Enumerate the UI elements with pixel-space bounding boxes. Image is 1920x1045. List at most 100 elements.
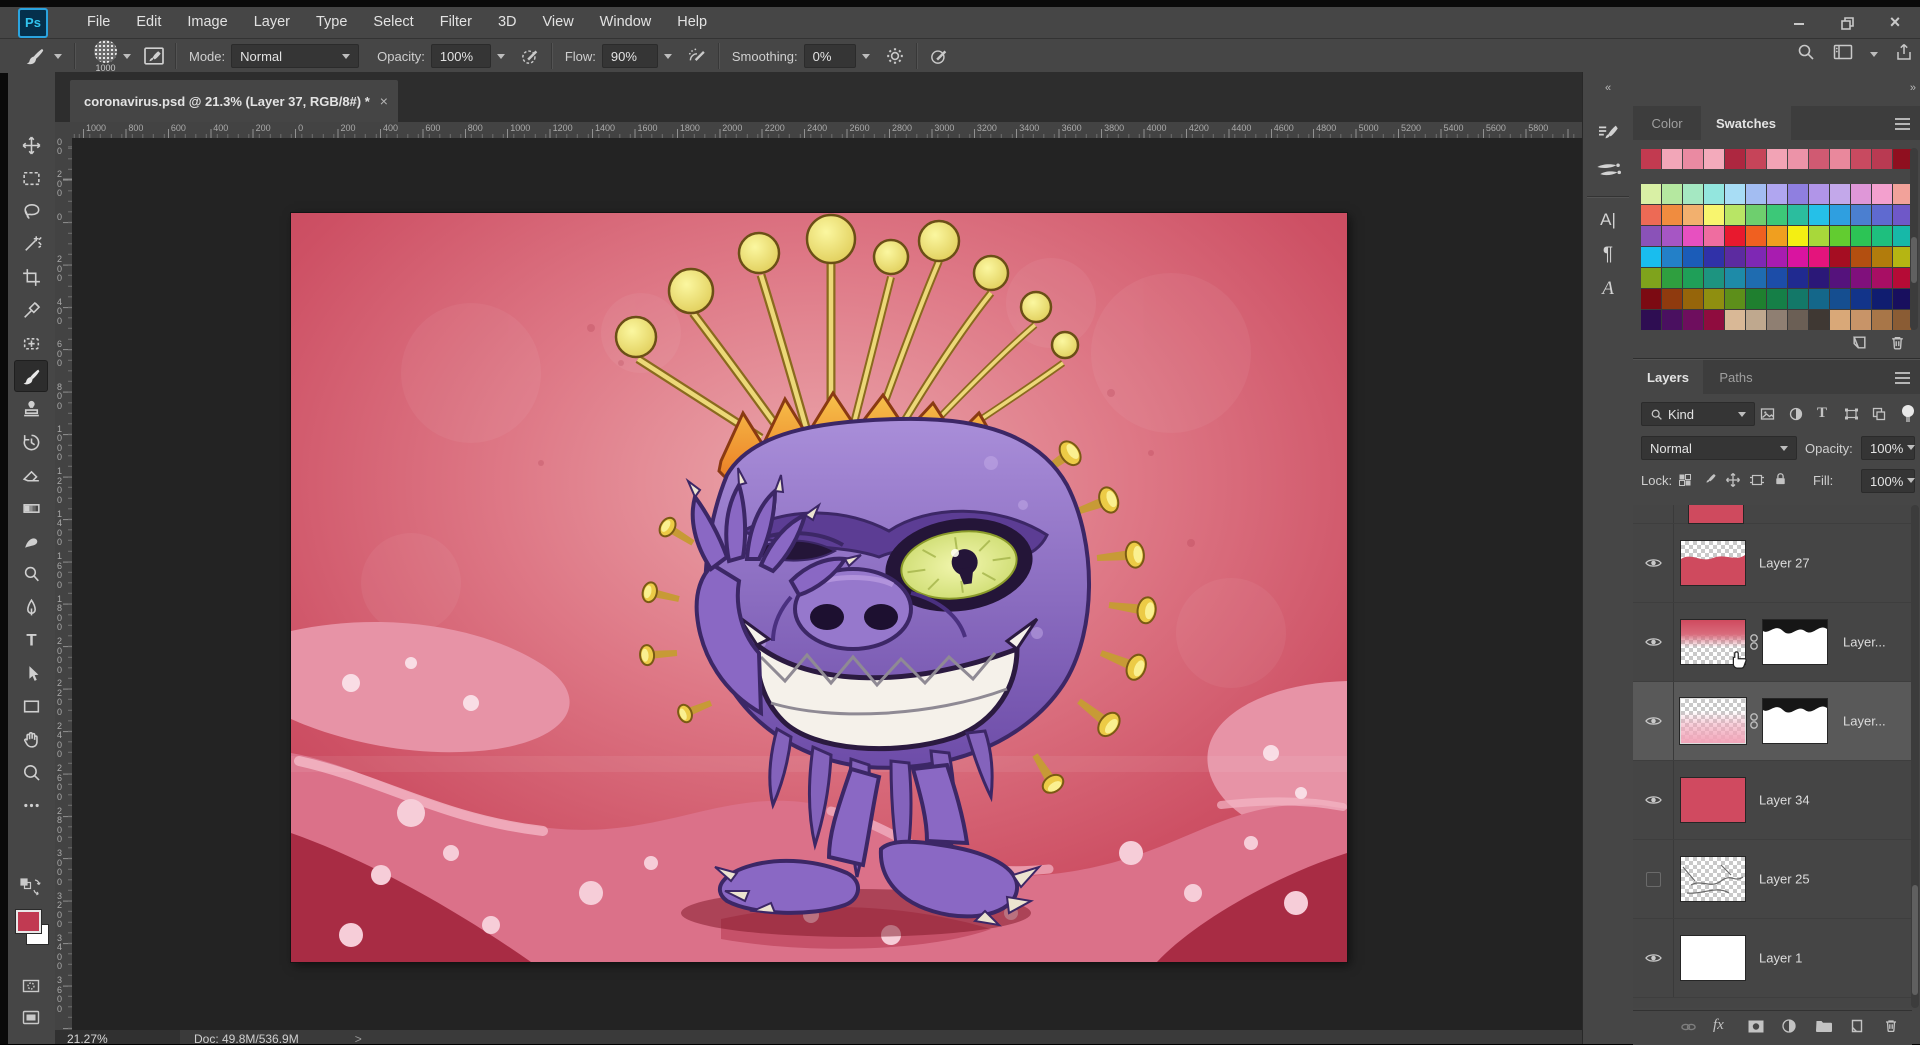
layers-scrollbar[interactable]	[1911, 505, 1919, 1008]
document-tab[interactable]: coronavirus.psd @ 21.3% (Layer 37, RGB/8…	[70, 80, 398, 122]
smudge-tool[interactable]	[15, 526, 47, 556]
flow-input[interactable]: 90%	[602, 44, 658, 68]
close-button[interactable]: ×	[1878, 12, 1912, 33]
smoothing-chevron[interactable]	[858, 45, 874, 67]
swatch[interactable]	[1641, 247, 1661, 267]
swatch[interactable]	[1662, 226, 1682, 246]
brush-tool-preset-icon[interactable]	[22, 43, 48, 69]
swatch[interactable]	[1704, 289, 1724, 309]
swatch[interactable]	[1830, 226, 1850, 246]
swatch[interactable]	[1788, 226, 1808, 246]
layer-visibility-eye-icon[interactable]	[1633, 524, 1674, 602]
gradient-tool[interactable]	[15, 493, 47, 523]
filter-smart-objects-icon[interactable]	[1871, 406, 1887, 427]
glyphs-panel-icon[interactable]: A	[1583, 278, 1633, 300]
flow-chevron[interactable]	[660, 45, 676, 67]
swatch[interactable]	[1809, 184, 1829, 204]
recent-swatch[interactable]	[1641, 149, 1661, 169]
status-options-chevron[interactable]: >	[299, 1030, 362, 1044]
filter-pixel-layers-icon[interactable]	[1759, 406, 1776, 427]
filter-type-layers-icon[interactable]: T	[1817, 405, 1827, 422]
layer-visibility-eye-icon[interactable]	[1633, 505, 1674, 523]
lock-artboard-icon[interactable]	[1749, 472, 1765, 493]
layer-row-layer-[interactable]: Layer...	[1633, 603, 1912, 682]
lasso-tool[interactable]	[15, 196, 47, 226]
brush-preset-chevron[interactable]	[119, 45, 135, 67]
swatch[interactable]	[1725, 226, 1745, 246]
swatch[interactable]	[1641, 205, 1661, 225]
swatch[interactable]	[1830, 268, 1850, 288]
edit-toolbar[interactable]	[15, 790, 47, 820]
swatch[interactable]	[1788, 205, 1808, 225]
color-swatch-control[interactable]	[16, 910, 48, 946]
recent-swatch[interactable]	[1872, 149, 1892, 169]
workspace-chevron[interactable]	[1870, 52, 1878, 57]
pressure-size-icon[interactable]	[926, 43, 952, 69]
swatch[interactable]	[1746, 268, 1766, 288]
search-icon[interactable]	[1796, 42, 1816, 67]
layer-row-layer-27[interactable]: Layer 27	[1633, 524, 1912, 603]
swatch[interactable]	[1851, 268, 1871, 288]
menu-item-view[interactable]: View	[530, 7, 587, 38]
layer-row-layer-1[interactable]: Layer 1	[1633, 919, 1912, 998]
screen-mode-icon[interactable]	[15, 1003, 47, 1033]
swatch[interactable]	[1851, 205, 1871, 225]
new-swatch-icon[interactable]	[1851, 334, 1868, 356]
swatch[interactable]	[1704, 310, 1724, 330]
lock-image-pixels-icon[interactable]	[1701, 472, 1717, 493]
swatch[interactable]	[1662, 184, 1682, 204]
tab-layers[interactable]: Layers	[1633, 360, 1703, 394]
vertical-ruler[interactable]: 4 0 02 0 002 0 04 0 06 0 08 0 01 0 0 01 …	[55, 138, 73, 1030]
swatch[interactable]	[1830, 310, 1850, 330]
swatch[interactable]	[1809, 247, 1829, 267]
swatch[interactable]	[1662, 310, 1682, 330]
menu-item-filter[interactable]: Filter	[427, 7, 485, 38]
swatch[interactable]	[1683, 247, 1703, 267]
menu-item-help[interactable]: Help	[664, 7, 720, 38]
swatch[interactable]	[1893, 184, 1911, 204]
swatch[interactable]	[1641, 184, 1661, 204]
layer-styles-fx-icon[interactable]: fx	[1713, 1017, 1724, 1034]
swatch[interactable]	[1725, 289, 1745, 309]
swatch[interactable]	[1872, 268, 1892, 288]
layer-visibility-eye-icon[interactable]	[1633, 603, 1674, 681]
swatches-panel-menu-icon[interactable]	[1895, 118, 1910, 120]
add-layer-mask-icon[interactable]	[1747, 1019, 1765, 1039]
delete-swatch-trash-icon[interactable]	[1889, 334, 1906, 356]
swatch[interactable]	[1641, 226, 1661, 246]
swatch[interactable]	[1872, 226, 1892, 246]
tab-swatches[interactable]: Swatches	[1701, 106, 1791, 140]
new-group-folder-icon[interactable]	[1815, 1019, 1833, 1038]
layer-visibility-checkbox[interactable]	[1633, 840, 1674, 918]
move-tool[interactable]	[15, 130, 47, 160]
swatch[interactable]	[1683, 184, 1703, 204]
airbrush-icon[interactable]	[684, 43, 710, 69]
canvas-workspace[interactable]	[72, 138, 1582, 1030]
swatch[interactable]	[1662, 289, 1682, 309]
swatch[interactable]	[1893, 226, 1911, 246]
swatch[interactable]	[1788, 247, 1808, 267]
swatch[interactable]	[1767, 247, 1787, 267]
swatch[interactable]	[1746, 205, 1766, 225]
foreground-color-swatch[interactable]	[16, 910, 41, 933]
zoom-tool[interactable]	[15, 757, 47, 787]
swatch[interactable]	[1788, 310, 1808, 330]
expand-panels-icon[interactable]: »	[1910, 82, 1915, 94]
layer-name[interactable]: Layer 34	[1759, 793, 1810, 808]
swatch[interactable]	[1746, 289, 1766, 309]
layer-name[interactable]: Layer 27	[1759, 556, 1810, 571]
swatch[interactable]	[1872, 184, 1892, 204]
eyedropper-tool[interactable]	[15, 295, 47, 325]
recent-swatch[interactable]	[1662, 149, 1682, 169]
layer-thumbnail[interactable]	[1681, 936, 1745, 980]
share-icon[interactable]	[1894, 42, 1914, 67]
link-layers-icon[interactable]	[1679, 1019, 1698, 1040]
ruler-corner[interactable]	[55, 122, 73, 139]
filter-adjustment-layers-icon[interactable]	[1788, 406, 1804, 427]
swatch[interactable]	[1809, 289, 1829, 309]
swatch[interactable]	[1809, 205, 1829, 225]
layer-mask-link-icon[interactable]	[1749, 633, 1759, 656]
brushes-panel-icon[interactable]	[1583, 158, 1633, 187]
brush-tool[interactable]	[15, 361, 47, 391]
layer-thumbnail[interactable]	[1689, 505, 1743, 523]
